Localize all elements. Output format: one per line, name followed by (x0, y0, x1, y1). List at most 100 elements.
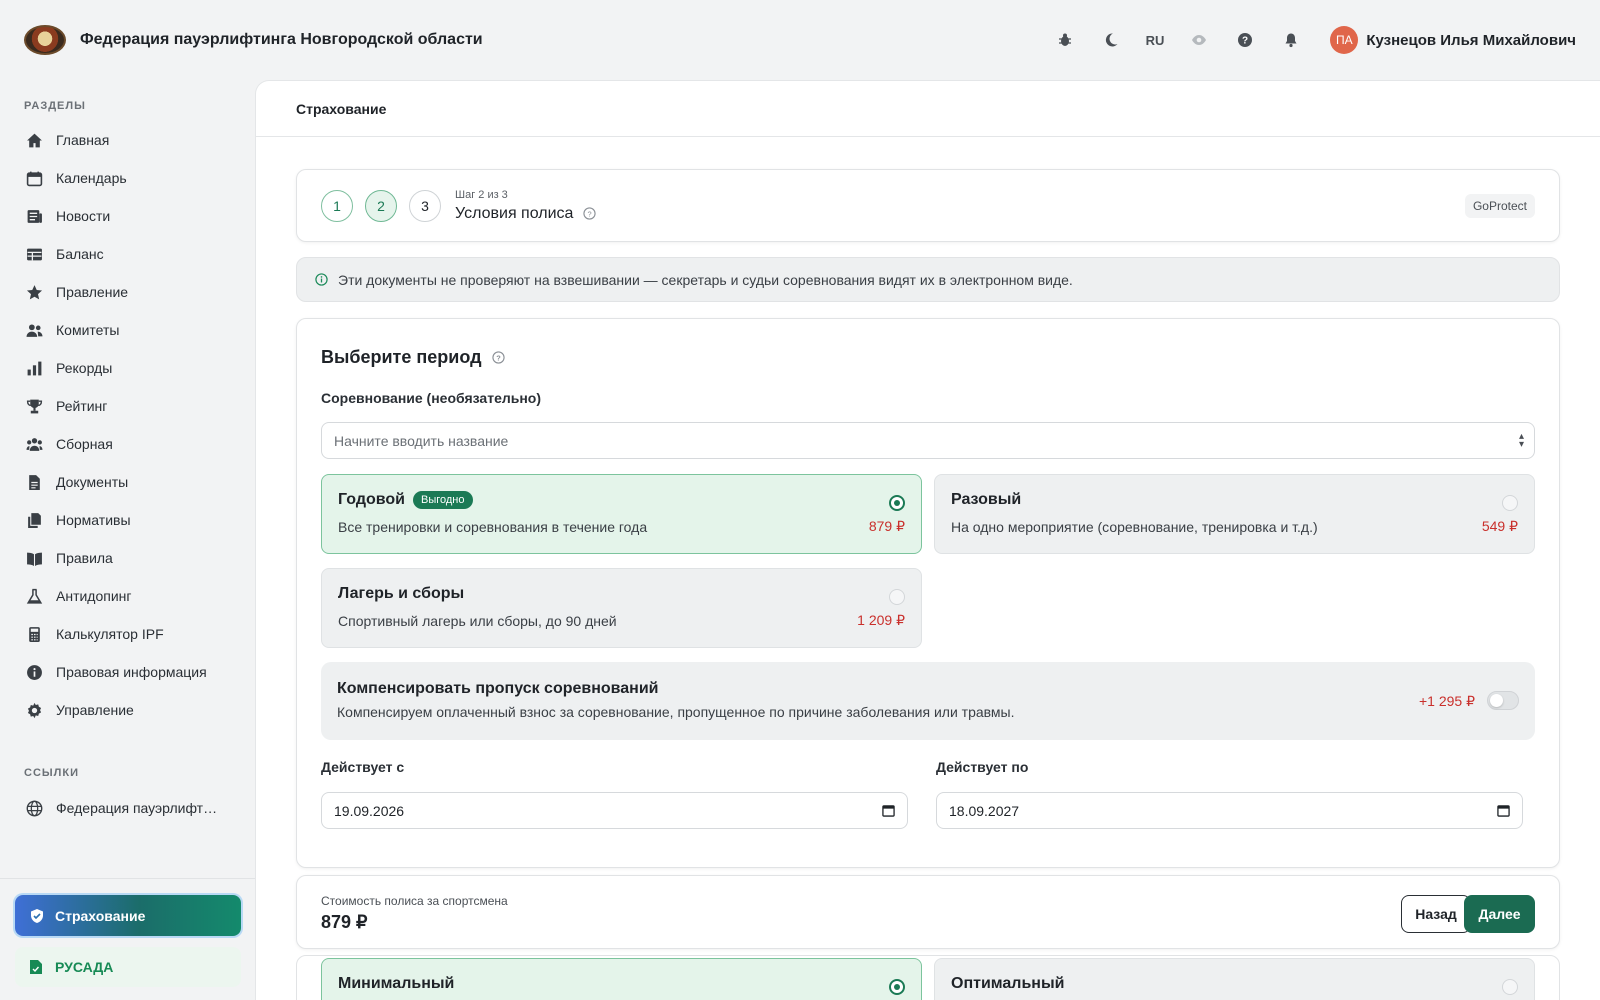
radio-camp[interactable] (889, 589, 905, 605)
federation-logo[interactable] (24, 25, 66, 55)
sidebar-item-news[interactable]: Новости (0, 197, 255, 235)
radio-single[interactable] (1502, 495, 1518, 511)
option-price: 1 209 ₽ (857, 612, 905, 628)
sidebar-item-records[interactable]: Рекорды (0, 349, 255, 387)
sidebar-item-label: Правила (56, 550, 113, 566)
option-title: Разовый (951, 491, 1022, 508)
sidebar-item-rating[interactable]: Рейтинг (0, 387, 255, 425)
step-title-row: Условия полиса ? (455, 204, 597, 223)
period-title: Выберите период (321, 347, 482, 367)
sidebar-item-home[interactable]: Главная (0, 121, 255, 159)
sidebar-item-antidoping[interactable]: Антидопинг (0, 577, 255, 615)
sidebar-item-label: Рейтинг (56, 398, 108, 414)
sidebar-item-label: Правление (56, 284, 129, 300)
rusada-label: РУСАДА (55, 959, 114, 975)
provider-badge: GoProtect (1464, 193, 1535, 218)
home-icon (24, 131, 44, 149)
option-description: На одно мероприятие (соревнование, трени… (951, 519, 1318, 535)
bell-icon[interactable] (1280, 29, 1302, 51)
step-2[interactable]: 2 (365, 189, 397, 222)
option-optimal[interactable]: Оптимальный (934, 958, 1535, 1000)
option-title: Минимальный (338, 975, 455, 992)
flask-icon (24, 587, 44, 605)
valid-to-label: Действует по (936, 759, 1029, 775)
option-annual[interactable]: Годовой Выгодно Все тренировки и соревно… (321, 474, 922, 554)
option-single[interactable]: Разовый На одно мероприятие (соревновани… (934, 474, 1535, 554)
sidebar-item-label: Комитеты (56, 322, 120, 338)
next-button[interactable]: Далее (1464, 895, 1535, 933)
radio-annual[interactable] (889, 495, 905, 511)
sidebar-item-team[interactable]: Сборная (0, 425, 255, 463)
cost-value: 879 ₽ (321, 912, 368, 932)
bar-chart-icon (24, 359, 44, 377)
sidebar-item-documents[interactable]: Документы (0, 463, 255, 501)
option-minimal[interactable]: Минимальный (321, 958, 922, 1000)
help-circle-icon[interactable]: ? (583, 207, 597, 220)
step-title: Условия полиса (455, 204, 574, 222)
sidebar-item-label: Документы (56, 474, 129, 490)
sidebar-item-committees[interactable]: Комитеты (0, 311, 255, 349)
valid-from-input[interactable]: 19.09.2026 (321, 792, 908, 829)
compensation-toggle[interactable] (1487, 691, 1519, 710)
sidebar-item-standards[interactable]: Нормативы (0, 501, 255, 539)
copy-icon (24, 511, 44, 529)
insurance-button[interactable]: Страхование (15, 895, 241, 936)
page-title: Страхование (256, 81, 1600, 137)
user-name[interactable]: Кузнецов Илья Михайлович (1366, 32, 1576, 49)
option-camp[interactable]: Лагерь и сборы Спортивный лагерь или сбо… (321, 568, 922, 648)
option-description: Все тренировки и соревнования в течение … (338, 519, 648, 535)
option-title: Годовой (338, 491, 405, 508)
sidebar-item-ipf-calculator[interactable]: Калькулятор IPF (0, 615, 255, 653)
top-bar: Федерация пауэрлифтинга Новгородской обл… (0, 0, 1600, 80)
news-icon (24, 207, 44, 225)
compensation-title: Компенсировать пропуск соревнований (337, 680, 659, 697)
insurance-label: Страхование (55, 907, 146, 924)
sidebar-item-label: Новости (56, 208, 111, 224)
svg-text:?: ? (588, 209, 592, 218)
sidebar-item-calendar[interactable]: Календарь (0, 159, 255, 197)
main-panel: Страхование 1 2 3 Шаг 2 из 3 Условия пол… (255, 80, 1600, 1000)
sidebar-item-management[interactable]: Управление (0, 691, 255, 729)
eye-icon[interactable] (1188, 29, 1210, 51)
sidebar-item-rules[interactable]: Правила (0, 539, 255, 577)
option-head: Минимальный (338, 975, 905, 993)
shield-icon (31, 908, 43, 923)
svg-text:?: ? (496, 353, 501, 362)
globe-icon (24, 799, 44, 817)
sidebar-link-label: Федерация пауэрлифт… (56, 800, 218, 816)
compensation-price: +1 295 ₽ (1418, 693, 1475, 709)
step-1[interactable]: 1 (321, 189, 353, 222)
option-head: Годовой Выгодно (338, 491, 905, 509)
moon-icon[interactable] (1100, 29, 1122, 51)
sidebar-item-balance[interactable]: Баланс (0, 235, 255, 273)
period-card: Выберите период ? Соревнование (необязат… (296, 318, 1560, 868)
help-icon[interactable]: ? (1234, 29, 1256, 51)
sidebar-item-label: Правовая информация (56, 664, 207, 680)
competition-placeholder: Начните вводить название (334, 432, 509, 449)
sidebar-link-federation[interactable]: Федерация пауэрлифт… (0, 789, 255, 827)
radio-minimal[interactable] (889, 979, 905, 995)
option-price: 549 ₽ (1481, 518, 1518, 534)
back-button[interactable]: Назад (1401, 895, 1471, 933)
option-title: Лагерь и сборы (338, 585, 465, 602)
sections-title: РАЗДЕЛЫ (24, 100, 86, 112)
sidebar-item-label: Баланс (56, 246, 104, 262)
svg-text:?: ? (1242, 36, 1248, 47)
competition-label: Соревнование (необязательно) (321, 390, 542, 406)
language-switch[interactable]: RU (1146, 33, 1165, 48)
app-title[interactable]: Федерация пауэрлифтинга Новгородской обл… (80, 31, 483, 49)
step-3[interactable]: 3 (409, 189, 441, 222)
sidebar-item-legal-info[interactable]: Правовая информация (0, 653, 255, 691)
radio-optimal[interactable] (1502, 979, 1518, 995)
bug-icon[interactable] (1054, 29, 1076, 51)
valid-to-input[interactable]: 18.09.2027 (936, 792, 1523, 829)
calendar-icon[interactable] (1497, 804, 1510, 817)
avatar[interactable]: ПА (1330, 26, 1359, 54)
info-text: Эти документы не проверяют на взвешивани… (338, 271, 1073, 288)
sidebar-item-board[interactable]: Правление (0, 273, 255, 311)
rusada-button[interactable]: РУСАДА (15, 947, 241, 987)
help-circle-icon[interactable]: ? (491, 351, 505, 364)
calendar-icon[interactable] (882, 804, 895, 817)
sidebar-item-label: Главная (56, 132, 110, 148)
competition-select[interactable]: Начните вводить название ▴ ▾ (321, 422, 1535, 459)
